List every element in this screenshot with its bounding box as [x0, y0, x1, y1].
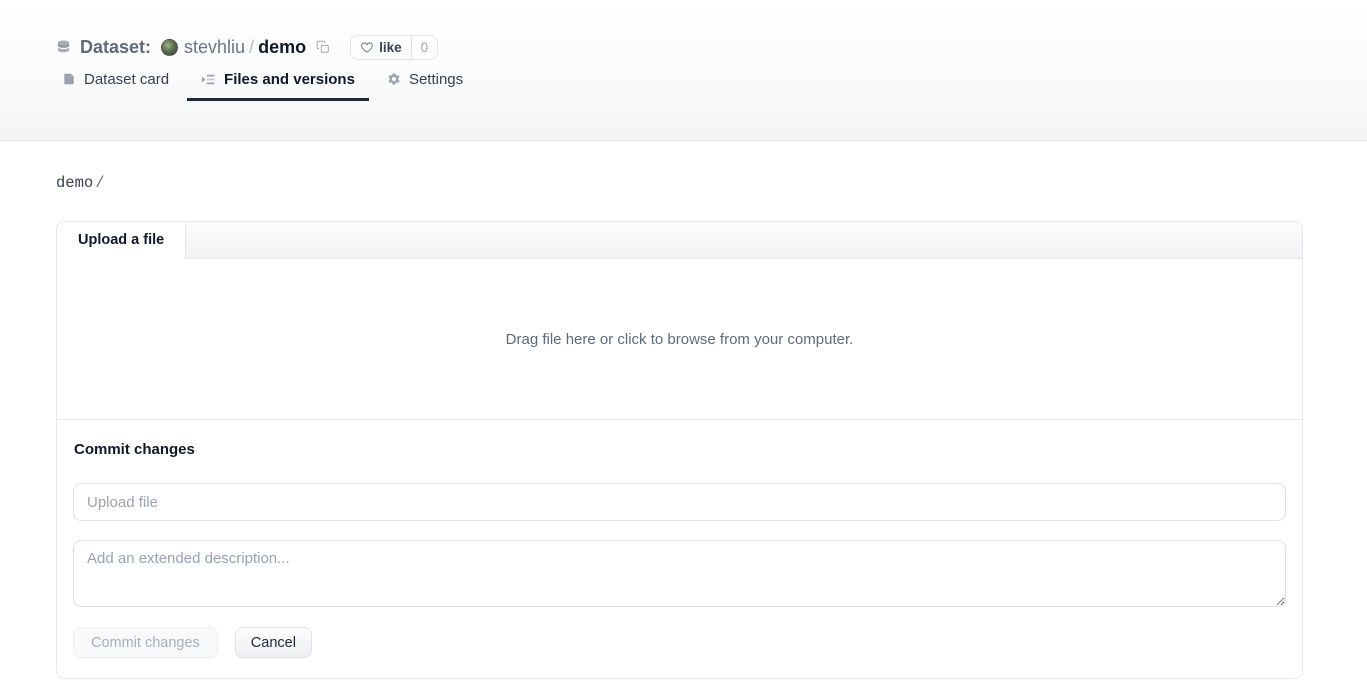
copy-repo-name-button[interactable] — [314, 38, 332, 56]
repo-tabs: Dataset card Files and versions Settings — [48, 60, 1367, 101]
like-button[interactable]: like — [351, 36, 411, 59]
like-widget: like 0 — [350, 35, 438, 60]
tab-label: Files and versions — [224, 71, 355, 88]
repo-title-row: Dataset: stevhliu / demo like 0 — [0, 0, 1367, 59]
breadcrumb: demo/ — [56, 174, 1303, 192]
avatar[interactable] — [161, 39, 178, 56]
commit-description-textarea[interactable] — [73, 540, 1286, 607]
commit-section-title: Commit changes — [74, 441, 1286, 458]
heart-icon — [360, 41, 374, 54]
copy-icon — [316, 40, 330, 54]
like-count[interactable]: 0 — [411, 36, 438, 59]
tab-files-and-versions[interactable]: Files and versions — [187, 60, 369, 101]
tab-dataset-card[interactable]: Dataset card — [48, 60, 183, 101]
breadcrumb-separator: / — [95, 174, 104, 192]
repo-header: Dataset: stevhliu / demo like 0 — [0, 0, 1367, 141]
repo-type-label: Dataset: — [80, 37, 151, 58]
breadcrumb-repo-root-link[interactable]: demo — [56, 174, 93, 192]
commit-summary-input[interactable] — [73, 483, 1286, 521]
dataset-card-icon — [62, 72, 76, 86]
file-dropzone[interactable]: Drag file here or click to browse from y… — [57, 259, 1302, 419]
owner-link[interactable]: stevhliu — [184, 37, 245, 58]
upload-card-tabbar: Upload a file — [57, 222, 1302, 259]
tab-settings[interactable]: Settings — [373, 60, 477, 101]
commit-changes-button[interactable]: Commit changes — [73, 627, 218, 658]
tab-upload-a-file[interactable]: Upload a file — [57, 222, 186, 259]
commit-section: Commit changes Commit changes Cancel — [57, 419, 1302, 678]
dropzone-text: Drag file here or click to browse from y… — [506, 331, 854, 348]
database-icon — [56, 39, 71, 55]
main-content: demo/ Upload a file Drag file here or cl… — [0, 174, 1367, 679]
repo-name-link[interactable]: demo — [258, 37, 306, 58]
title-separator: / — [249, 37, 254, 58]
upload-card: Upload a file Drag file here or click to… — [56, 221, 1303, 679]
files-versions-icon — [201, 73, 216, 86]
gear-icon — [387, 72, 401, 86]
like-label: like — [379, 40, 402, 55]
tab-label: Dataset card — [84, 71, 169, 88]
tab-label: Settings — [409, 71, 463, 88]
commit-button-row: Commit changes Cancel — [73, 627, 1286, 658]
cancel-button[interactable]: Cancel — [235, 627, 312, 658]
